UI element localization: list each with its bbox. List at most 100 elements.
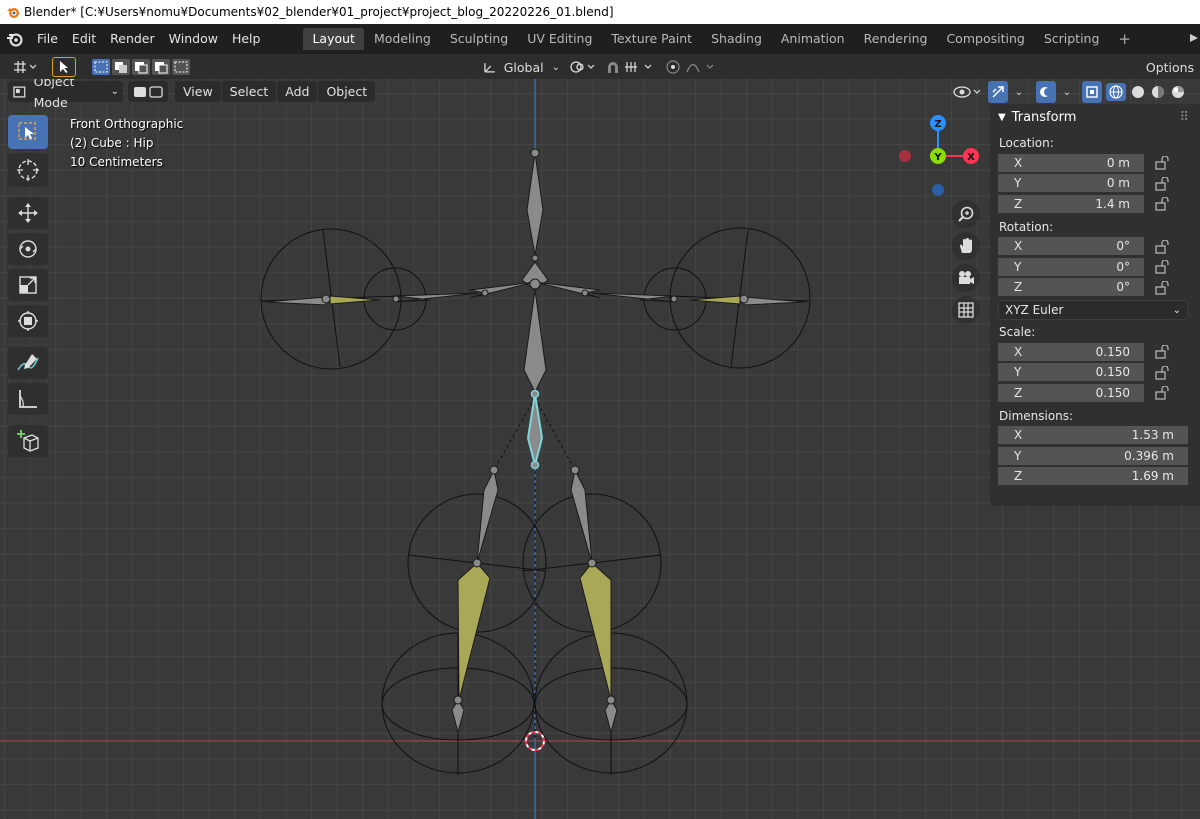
tab-layout[interactable]: Layout bbox=[303, 28, 364, 50]
pan-hand-icon[interactable] bbox=[952, 232, 980, 260]
field-value: 0.150 bbox=[1095, 385, 1130, 400]
add-workspace-button[interactable]: + bbox=[1109, 28, 1140, 50]
scale-y-field[interactable]: Y 0.150 bbox=[998, 363, 1144, 383]
rotation-mode-dropdown[interactable]: XYZ Euler ⌄ bbox=[998, 300, 1188, 320]
transform-pivot-icon[interactable] bbox=[8, 57, 42, 77]
unlock-icon[interactable] bbox=[1154, 176, 1172, 191]
chevron-down-icon[interactable]: ⌄ bbox=[1010, 81, 1028, 103]
transform-panel-header[interactable]: ▼ Transform ⠿ bbox=[990, 104, 1200, 130]
bone-spine bbox=[523, 289, 547, 394]
menu-view[interactable]: View bbox=[175, 81, 221, 102]
cursor-tool[interactable] bbox=[8, 153, 48, 187]
menu-window[interactable]: Window bbox=[162, 24, 225, 54]
unlock-icon[interactable] bbox=[1154, 260, 1172, 274]
select-tweak-icon[interactable] bbox=[52, 57, 76, 77]
ortho-grid-icon[interactable] bbox=[952, 296, 980, 324]
collapse-triangle-icon: ▼ bbox=[998, 111, 1006, 123]
camera-view-icon[interactable] bbox=[952, 264, 980, 292]
object-mode-dropdown[interactable]: Object Mode ⌄ bbox=[8, 79, 123, 110]
tab-sculpting[interactable]: Sculpting bbox=[441, 28, 517, 50]
rotate-tool[interactable] bbox=[8, 233, 48, 265]
visibility-eye-icon[interactable] bbox=[950, 81, 984, 103]
gizmo-y-label: Y bbox=[933, 152, 942, 163]
unlock-icon[interactable] bbox=[1154, 197, 1172, 211]
tab-rendering[interactable]: Rendering bbox=[855, 28, 937, 50]
location-y-row: Y 0 m bbox=[990, 174, 1200, 195]
add-cube-tool[interactable] bbox=[8, 425, 48, 457]
rotation-x-field[interactable]: X 0° bbox=[998, 237, 1144, 257]
rotation-y-field[interactable]: Y 0° bbox=[998, 257, 1144, 277]
location-z-row: Z 1.4 m bbox=[990, 194, 1200, 215]
tab-compositing[interactable]: Compositing bbox=[937, 28, 1033, 50]
axis-label: Y bbox=[1014, 365, 1022, 380]
snap-icon[interactable] bbox=[604, 57, 658, 77]
menu-edit[interactable]: Edit bbox=[65, 24, 103, 54]
viewport-shading-toggle[interactable] bbox=[128, 81, 168, 102]
tab-animation[interactable]: Animation bbox=[772, 28, 854, 50]
viewport-header: Object Mode ⌄ View Select Add Object bbox=[0, 79, 990, 110]
transform-tool[interactable] bbox=[8, 305, 48, 337]
select-box-icon bbox=[18, 122, 36, 140]
scale-x-field[interactable]: X 0.150 bbox=[998, 342, 1144, 362]
scale-z-field[interactable]: Z 0.150 bbox=[998, 383, 1144, 403]
drag-handle-icon[interactable]: ⠿ bbox=[1179, 110, 1190, 125]
move-tool[interactable] bbox=[8, 197, 48, 229]
axis-label: Z bbox=[1014, 469, 1023, 484]
bone-fingers-r bbox=[743, 296, 806, 306]
overlays-toggle-icon[interactable] bbox=[1036, 81, 1056, 103]
proportional-editing-icon[interactable] bbox=[662, 57, 718, 77]
tab-shading[interactable]: Shading bbox=[702, 28, 771, 50]
tab-uv-editing[interactable]: UV Editing bbox=[518, 28, 601, 50]
active-bone-hip bbox=[526, 393, 544, 469]
unlock-icon[interactable] bbox=[1154, 386, 1172, 400]
measure-tool[interactable] bbox=[8, 383, 48, 415]
unlock-icon[interactable] bbox=[1154, 239, 1172, 254]
gizmo-toggle-icon[interactable] bbox=[988, 81, 1008, 103]
tab-texture-paint[interactable]: Texture Paint bbox=[602, 28, 701, 50]
axis-label: Y bbox=[1014, 176, 1022, 191]
tool-shelf bbox=[8, 115, 52, 461]
unlock-icon[interactable] bbox=[1154, 280, 1172, 295]
rotate-icon bbox=[19, 240, 37, 258]
axis-label: Y bbox=[1014, 448, 1022, 463]
transform-orientation-dropdown[interactable]: Global ⌄ bbox=[478, 57, 560, 77]
xray-icon[interactable] bbox=[1082, 81, 1102, 103]
menu-select[interactable]: Select bbox=[221, 81, 277, 102]
menu-render[interactable]: Render bbox=[103, 24, 162, 54]
shading-mode-group[interactable] bbox=[1106, 81, 1190, 103]
rotation-z-field[interactable]: Z 0° bbox=[998, 278, 1144, 298]
dimensions-z-field[interactable]: Z 1.69 m bbox=[998, 467, 1188, 487]
chevron-down-icon[interactable]: ⌄ bbox=[1058, 81, 1076, 103]
annotate-tool[interactable] bbox=[8, 347, 48, 379]
dimensions-x-field[interactable]: X 1.53 m bbox=[998, 426, 1188, 446]
select-box-tool[interactable] bbox=[8, 115, 48, 149]
tab-modeling[interactable]: Modeling bbox=[365, 28, 440, 50]
rotation-x-row: X 0° bbox=[990, 237, 1200, 258]
unlock-icon[interactable] bbox=[1154, 345, 1172, 359]
chevron-down-icon: ⌄ bbox=[551, 61, 560, 73]
rotation-z-row: Z 0° bbox=[990, 278, 1200, 299]
location-z-field[interactable]: Z 1.4 m bbox=[998, 194, 1144, 214]
unlock-icon[interactable] bbox=[1154, 156, 1172, 170]
axis-label: Y bbox=[1014, 259, 1022, 274]
pivot-point-icon[interactable] bbox=[566, 57, 600, 77]
dimensions-y-field[interactable]: Y 0.396 m bbox=[998, 446, 1188, 466]
scale-tool[interactable] bbox=[8, 269, 48, 301]
selection-mode-group[interactable] bbox=[90, 57, 190, 77]
menu-object[interactable]: Object bbox=[318, 81, 376, 102]
options-button[interactable]: Options bbox=[1144, 57, 1196, 77]
unlock-icon[interactable] bbox=[1154, 365, 1172, 380]
menu-help[interactable]: Help bbox=[225, 24, 268, 54]
dimensions-label: Dimensions: bbox=[999, 408, 1074, 423]
menu-file[interactable]: File bbox=[30, 24, 65, 54]
menu-add[interactable]: Add bbox=[277, 81, 318, 102]
scene-selector-icon[interactable] bbox=[1184, 28, 1200, 50]
blender-menu-icon[interactable] bbox=[0, 24, 30, 54]
tab-scripting[interactable]: Scripting bbox=[1035, 28, 1109, 50]
3d-viewport[interactable]: Z Y X Object Mode ⌄ View Select Add Obje… bbox=[0, 79, 1200, 819]
field-value: 0° bbox=[1116, 239, 1130, 254]
axis-label: X bbox=[1014, 155, 1023, 170]
location-x-field[interactable]: X 0 m bbox=[998, 153, 1144, 173]
location-y-field[interactable]: Y 0 m bbox=[998, 174, 1144, 194]
zoom-icon[interactable] bbox=[952, 200, 980, 228]
